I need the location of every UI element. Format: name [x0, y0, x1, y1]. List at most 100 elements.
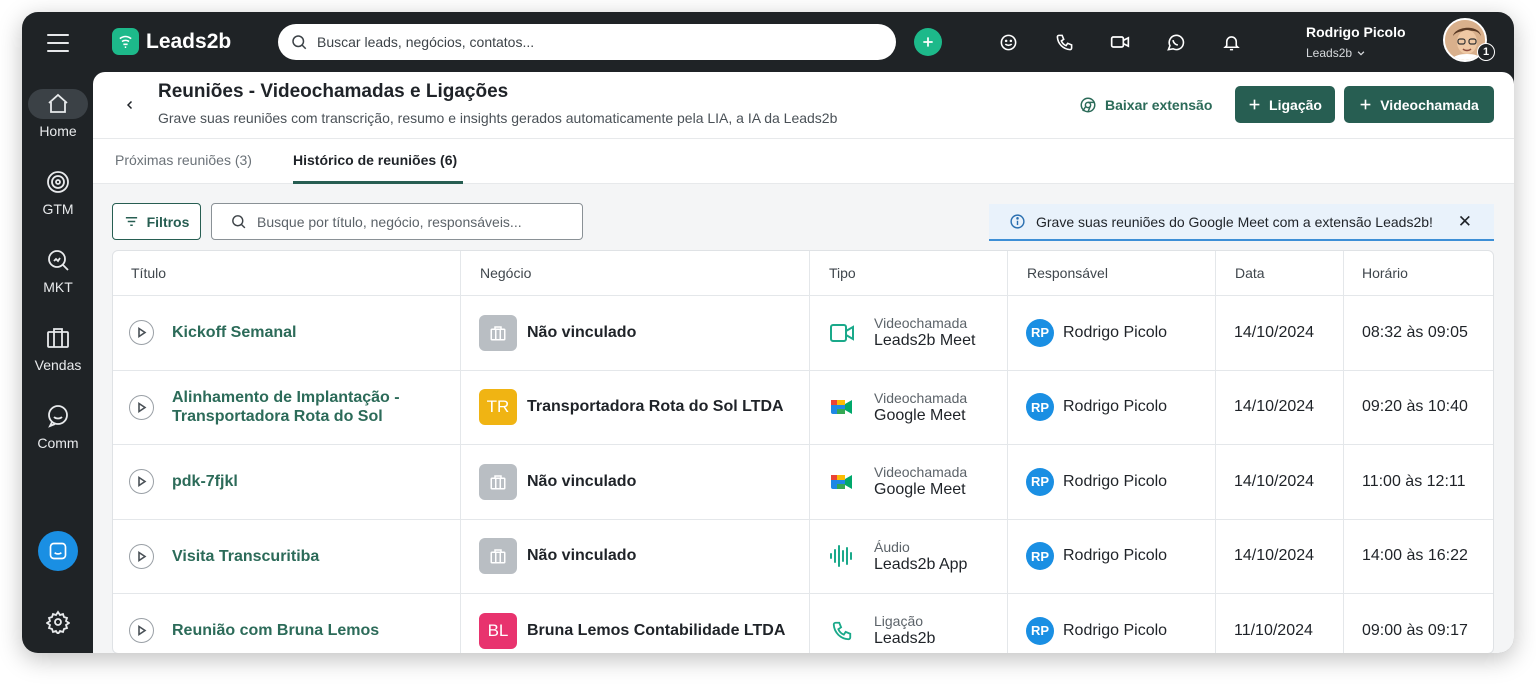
plus-icon [1249, 99, 1260, 110]
meeting-title-link[interactable]: Kickoff Semanal [172, 323, 296, 342]
support-chat-button[interactable] [38, 531, 78, 571]
business-name[interactable]: Bruna Lemos Contabilidade LTDA [527, 622, 785, 640]
owner-name: Rodrigo Picolo [1063, 323, 1168, 341]
bell-icon[interactable] [1221, 32, 1241, 52]
type-value: Google Meet [874, 481, 966, 499]
search-icon [232, 215, 246, 229]
column-header[interactable]: Data [1216, 251, 1344, 295]
play-icon[interactable] [129, 394, 154, 420]
business-name[interactable]: Não vinculado [527, 324, 636, 342]
table-row[interactable]: Kickoff Semanal Não vinculado Videochamada… [113, 296, 1493, 371]
column-header[interactable]: Responsável [1008, 251, 1216, 295]
phone-icon[interactable] [1054, 32, 1074, 52]
search-chart-icon [28, 245, 88, 275]
meeting-title-link[interactable]: Alinhamento de Implantação - Transportad… [172, 388, 460, 426]
sidebar-item-comm[interactable]: Comm [22, 401, 94, 451]
new-videocall-button[interactable]: Videochamada [1344, 86, 1494, 123]
video-icon[interactable] [1110, 32, 1130, 52]
filters-button[interactable]: Filtros [112, 203, 201, 240]
new-call-button[interactable]: Ligação [1235, 86, 1335, 123]
tab-history[interactable]: Histórico de reuniões (6) [293, 152, 457, 168]
table-row[interactable]: pdk-7fjkl Não vinculado Videochamada Google… [113, 445, 1493, 520]
title-cell: Alinhamento de Implantação - Transportad… [113, 370, 461, 444]
avatar: RP [1026, 318, 1054, 347]
gear-icon[interactable] [45, 610, 71, 636]
meeting-time: 09:20 às 10:40 [1362, 398, 1468, 416]
column-header[interactable]: Tipo [810, 251, 1008, 295]
phone-icon [828, 617, 856, 645]
date-cell: 14/10/2024 [1216, 445, 1344, 519]
meeting-title-link[interactable]: pdk-7fjkl [172, 472, 238, 491]
tab-upcoming[interactable]: Próximas reuniões (3) [115, 152, 252, 168]
column-header[interactable]: Negócio [461, 251, 810, 295]
filter-icon [125, 217, 137, 226]
play-icon[interactable] [129, 469, 154, 495]
sidebar-item-home[interactable]: Home [22, 89, 94, 139]
sidebar-item-label: MKT [43, 279, 73, 295]
info-banner-text: Grave suas reuniões do Google Meet com a… [1036, 213, 1433, 230]
meeting-date: 14/10/2024 [1234, 472, 1315, 490]
briefcase-icon [479, 314, 517, 351]
meeting-title-link[interactable]: Visita Transcuritiba [172, 547, 319, 566]
owner-cell: RP Rodrigo Picolo [1008, 519, 1216, 593]
user-menu[interactable]: Rodrigo Picolo Leads2b [1306, 24, 1406, 60]
business-cell: Não vinculado [461, 519, 810, 593]
sidebar-item-mkt[interactable]: MKT [22, 245, 94, 295]
play-icon[interactable] [129, 543, 154, 569]
briefcase-icon [28, 323, 88, 353]
table-row[interactable]: Reunião com Bruna Lemos BL Bruna Lemos Con… [113, 594, 1493, 653]
notification-count-badge: 1 [1477, 43, 1495, 61]
type-value: Leads2b Meet [874, 332, 976, 350]
business-cell: BL Bruna Lemos Contabilidade LTDA [461, 594, 810, 653]
global-search-input[interactable]: Buscar leads, negócios, contatos... [278, 24, 896, 60]
table-row[interactable]: Visita Transcuritiba Não vinculado Áudio Le… [113, 519, 1493, 594]
search-icon [292, 35, 307, 50]
meeting-title-link[interactable]: Reunião com Bruna Lemos [172, 621, 379, 640]
chat-icon [28, 401, 88, 431]
time-cell: 08:32 às 09:05 [1344, 296, 1493, 370]
page-subtitle: Grave suas reuniões com transcrição, res… [158, 110, 838, 126]
meetings-table: Título Negócio Tipo Responsável Data Hor… [112, 250, 1494, 653]
column-header[interactable]: Horário [1344, 251, 1493, 295]
play-icon[interactable] [129, 320, 154, 346]
table-header: Título Negócio Tipo Responsável Data Hor… [113, 251, 1493, 296]
page-title: Reuniões - Videochamadas e Ligações [158, 81, 509, 102]
quick-add-button[interactable] [914, 28, 942, 56]
business-cell: TR Transportadora Rota do Sol LTDA [461, 370, 810, 444]
meetings-search-input[interactable]: Busque por título, negócio, responsáveis… [211, 203, 583, 240]
chevron-left-icon [126, 100, 133, 110]
content-area: Filtros Busque por título, negócio, resp… [93, 184, 1514, 653]
brand-logo[interactable]: Leads2b [112, 28, 231, 55]
smiley-icon[interactable] [998, 32, 1018, 52]
type-kind: Videochamada [874, 464, 968, 481]
owner-cell: RP Rodrigo Picolo [1008, 445, 1216, 519]
close-icon[interactable]: ✕ [1458, 212, 1472, 232]
avatar: RP [1026, 467, 1054, 496]
sidebar-item-label: Home [39, 123, 77, 139]
search-placeholder: Buscar leads, negócios, contatos... [317, 34, 535, 50]
date-cell: 14/10/2024 [1216, 370, 1344, 444]
business-name[interactable]: Transportadora Rota do Sol LTDA [527, 398, 784, 416]
column-header[interactable]: Título [113, 251, 461, 295]
owner-name: Rodrigo Picolo [1063, 621, 1168, 639]
download-extension-link[interactable]: Baixar extensão [1079, 96, 1212, 114]
filters-label: Filtros [146, 213, 190, 230]
sidebar-item-label: GTM [42, 201, 74, 217]
menu-icon[interactable] [47, 34, 69, 52]
audio-wave-icon [828, 542, 856, 570]
business-name[interactable]: Não vinculado [527, 473, 636, 491]
google-meet-icon [828, 468, 856, 496]
sidebar-item-gtm[interactable]: GTM [22, 167, 94, 217]
chat-bubble-icon [49, 542, 67, 560]
back-button[interactable] [124, 98, 136, 117]
play-icon[interactable] [129, 618, 154, 644]
meeting-date: 14/10/2024 [1234, 547, 1315, 565]
whatsapp-icon[interactable] [1165, 32, 1185, 52]
sidebar-item-vendas[interactable]: Vendas [22, 323, 94, 373]
type-value: Leads2b [874, 630, 936, 648]
business-name[interactable]: Não vinculado [527, 547, 636, 565]
owner-name: Rodrigo Picolo [1063, 472, 1168, 490]
owner-cell: RP Rodrigo Picolo [1008, 594, 1216, 653]
meeting-time: 09:00 às 09:17 [1362, 621, 1468, 639]
table-row[interactable]: Alinhamento de Implantação - Transportad… [113, 370, 1493, 445]
